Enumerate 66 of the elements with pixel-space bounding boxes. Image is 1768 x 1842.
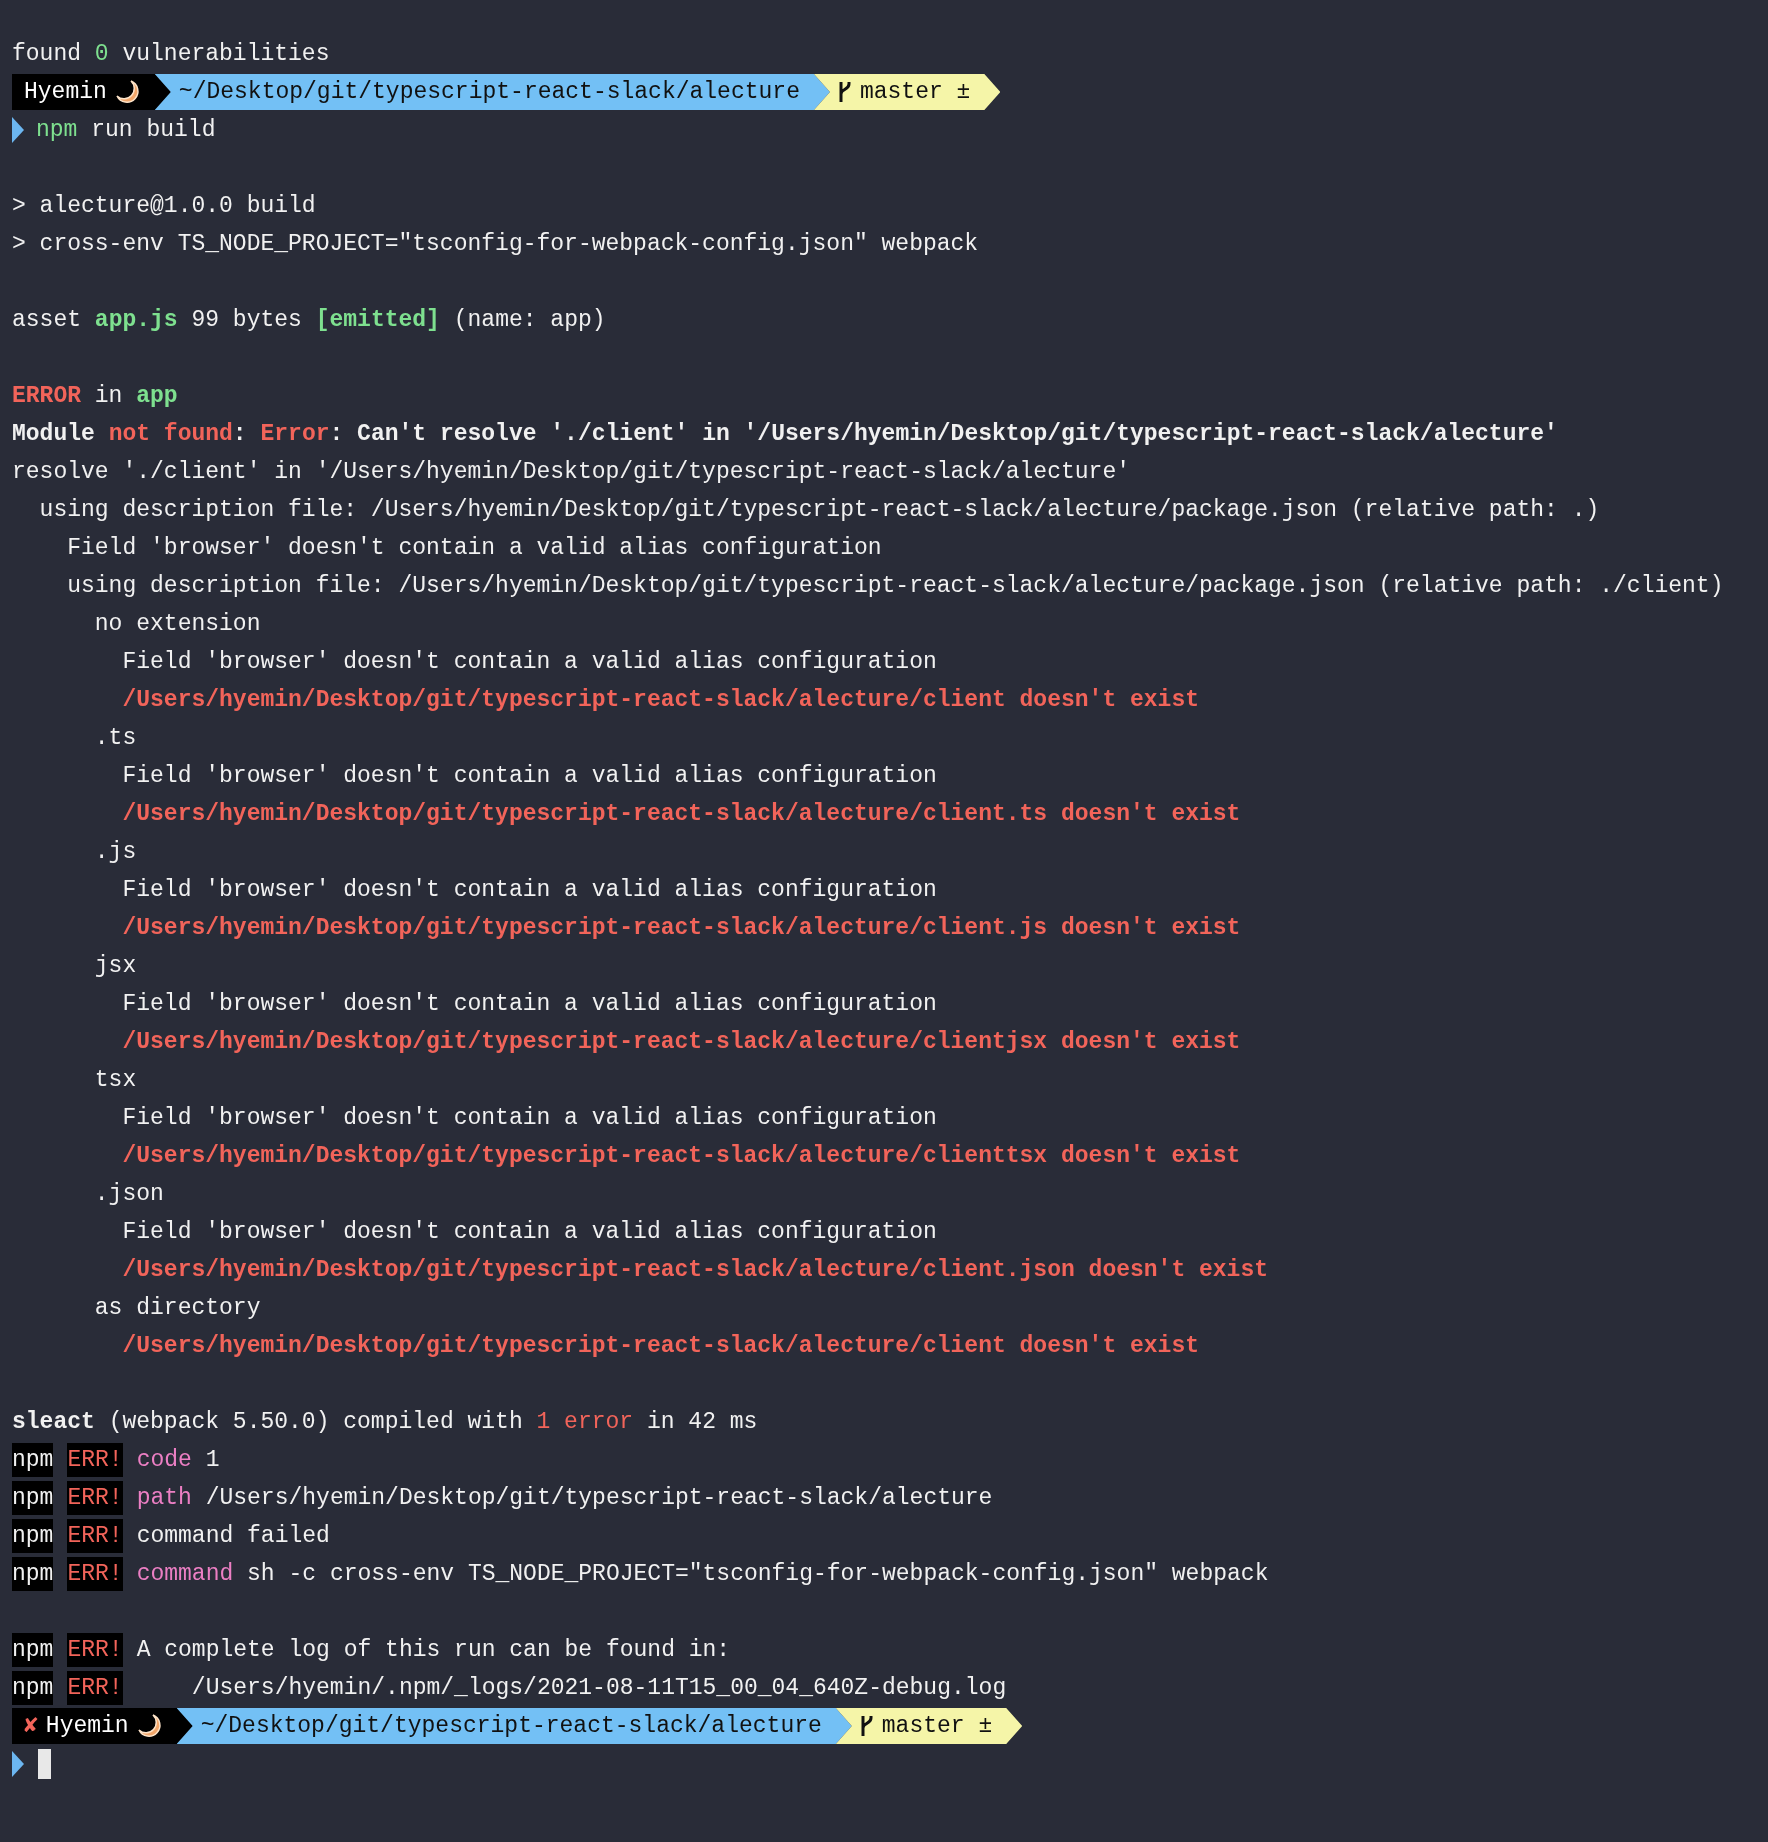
output-line: resolve './client' in '/Users/hyemin/Desktop/git/typescript-react-slack/alecture' bbox=[12, 458, 1131, 487]
output-line: /Users/hyemin/Desktop/git/typescript-react-slack/alecture/client doesn't exist bbox=[121, 686, 1200, 715]
branch-name: master ± bbox=[881, 1712, 993, 1741]
output-line: Field 'browser' doesn't contain a valid alias configuration bbox=[121, 1218, 938, 1247]
output-line: .ts bbox=[93, 724, 138, 753]
branch-icon bbox=[837, 80, 852, 104]
error-mark: ✘ bbox=[24, 1712, 38, 1741]
output-line: using description file: /Users/hyemin/Desktop/git/typescript-react-slack/alecture/package.json (relative path: .) bbox=[38, 496, 1601, 525]
err-label: ERR! bbox=[67, 1671, 123, 1705]
output-line: jsx bbox=[93, 952, 138, 981]
log-text: command bbox=[136, 1560, 234, 1589]
output-line: as directory bbox=[93, 1294, 262, 1323]
command-text: npm run build bbox=[36, 116, 216, 145]
output-line: /Users/hyemin/Desktop/git/typescript-react-slack/alecture/client.json doesn't exist bbox=[121, 1256, 1269, 1285]
err-label: ERR! bbox=[67, 1519, 123, 1553]
output-line: > cross-env TS_NODE_PROJECT="tsconfig-for-webpack-config.json" webpack bbox=[12, 230, 980, 259]
output-line: /Users/hyemin/Desktop/git/typescript-react-slack/alecture/clientjsx doesn't exist bbox=[121, 1028, 1242, 1057]
output-line: Field 'browser' doesn't contain a valid alias configuration bbox=[66, 534, 883, 563]
output-line: Module not found: Error: Can't resolve './client' in '/Users/hyemin/Desktop/git/typescript-react-slack/alecture' bbox=[12, 420, 1559, 449]
npm-label: npm bbox=[12, 1633, 54, 1667]
output-line: no extension bbox=[93, 610, 262, 639]
log-text: path bbox=[136, 1484, 192, 1513]
output-line: Field 'browser' doesn't contain a valid alias configuration bbox=[121, 648, 938, 677]
output-line: Field 'browser' doesn't contain a valid alias configuration bbox=[121, 762, 938, 791]
branch-name: master ± bbox=[859, 78, 971, 107]
npm-label: npm bbox=[12, 1481, 54, 1515]
output-line: asset app.js 99 bytes [emitted] (name: app) bbox=[12, 306, 607, 335]
log-text: sh -c cross-env TS_NODE_PROJECT="tsconfig-for-webpack-config.json" webpack bbox=[246, 1560, 1269, 1589]
log-text: /Users/hyemin/.npm/_logs/2021-08-11T15_00_04_640Z-debug.log bbox=[190, 1674, 1007, 1703]
moon-icon bbox=[114, 79, 141, 105]
npm-label: npm bbox=[12, 1519, 54, 1553]
npm-label: npm bbox=[12, 1671, 54, 1705]
output-line: .js bbox=[93, 838, 138, 867]
output-line: /Users/hyemin/Desktop/git/typescript-react-slack/alecture/clienttsx doesn't exist bbox=[121, 1142, 1242, 1171]
output-line: ERROR in app bbox=[12, 382, 179, 411]
prompt-arrow-icon bbox=[12, 117, 24, 143]
output-line: sleact (webpack 5.50.0) compiled with 1 error in 42 ms bbox=[12, 1408, 759, 1437]
npm-label: npm bbox=[12, 1443, 54, 1477]
prompt-arrow-icon bbox=[12, 1751, 24, 1777]
output-line: tsx bbox=[93, 1066, 138, 1095]
output-line: /Users/hyemin/Desktop/git/typescript-react-slack/alecture/client.ts doesn't exist bbox=[121, 800, 1242, 829]
npm-label: npm bbox=[12, 1557, 54, 1591]
log-text: /Users/hyemin/Desktop/git/typescript-react-slack/alecture bbox=[204, 1484, 993, 1513]
err-label: ERR! bbox=[67, 1633, 123, 1667]
moon-icon bbox=[136, 1713, 163, 1739]
log-text: 1 bbox=[204, 1446, 220, 1475]
output-line: Field 'browser' doesn't contain a valid alias configuration bbox=[121, 990, 938, 1019]
log-text: A complete log of this run can be found in: bbox=[136, 1636, 731, 1665]
prompt-path-segment: ~/Desktop/git/typescript-react-slack/alecture bbox=[176, 1708, 852, 1744]
err-label: ERR! bbox=[67, 1557, 123, 1591]
user-name: Hyemin bbox=[45, 1712, 129, 1741]
err-label: ERR! bbox=[67, 1443, 123, 1477]
prompt-path-segment: ~/Desktop/git/typescript-react-slack/alecture bbox=[154, 74, 830, 110]
output-line: /Users/hyemin/Desktop/git/typescript-react-slack/alecture/client doesn't exist bbox=[121, 1332, 1200, 1361]
branch-icon bbox=[859, 1714, 874, 1738]
output-line: .json bbox=[93, 1180, 165, 1209]
log-text: command failed bbox=[136, 1522, 330, 1551]
output-line: /Users/hyemin/Desktop/git/typescript-react-slack/alecture/client.js doesn't exist bbox=[121, 914, 1242, 943]
err-label: ERR! bbox=[67, 1481, 123, 1515]
output-line: > alecture@1.0.0 build bbox=[12, 192, 317, 221]
output-line: Field 'browser' doesn't contain a valid alias configuration bbox=[121, 1104, 938, 1133]
user-name: Hyemin bbox=[24, 78, 107, 107]
output-line: Field 'browser' doesn't contain a valid alias configuration bbox=[121, 876, 938, 905]
log-text: code bbox=[136, 1446, 192, 1475]
output-line: using description file: /Users/hyemin/Desktop/git/typescript-react-slack/alecture/package.json (relative path: ./client) bbox=[66, 572, 1725, 601]
output-line: found 0 vulnerabilities bbox=[12, 40, 331, 69]
